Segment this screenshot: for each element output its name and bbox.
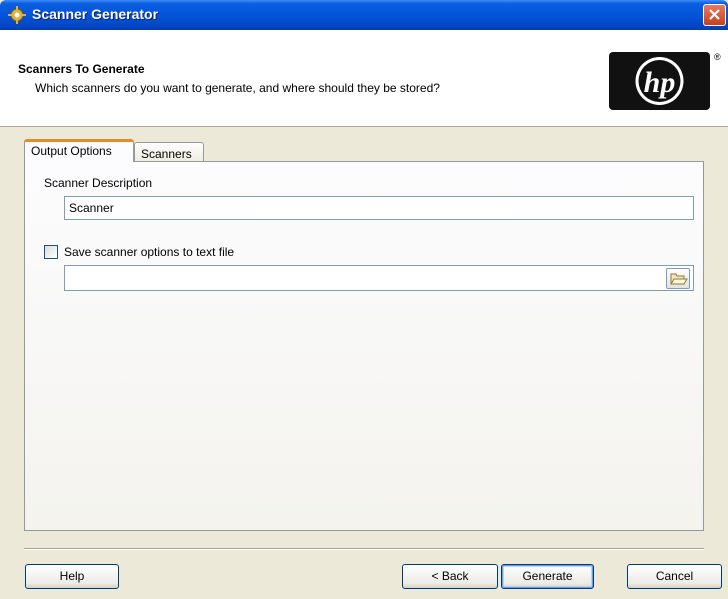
generate-button[interactable]: Generate bbox=[501, 564, 594, 589]
tab-label: Scanners bbox=[141, 147, 192, 161]
file-path-input[interactable] bbox=[64, 265, 694, 291]
title-bar[interactable]: Scanner Generator bbox=[0, 0, 728, 30]
page-subtitle: Which scanners do you want to generate, … bbox=[35, 81, 440, 95]
close-button[interactable] bbox=[703, 4, 726, 26]
tab-label: Output Options bbox=[31, 144, 112, 158]
scanner-description-label: Scanner Description bbox=[44, 176, 153, 190]
window-title: Scanner Generator bbox=[32, 6, 159, 22]
hp-logo: hp bbox=[609, 52, 710, 110]
browse-button[interactable] bbox=[666, 268, 690, 289]
close-icon bbox=[709, 9, 720, 20]
tab-output-options[interactable]: Output Options bbox=[24, 139, 134, 162]
cancel-button[interactable]: Cancel bbox=[627, 564, 722, 589]
gear-wizard-icon bbox=[8, 6, 26, 24]
scanner-description-input[interactable] bbox=[64, 196, 694, 220]
registered-mark: ® bbox=[714, 52, 721, 62]
page-title: Scanners To Generate bbox=[18, 62, 145, 76]
help-button[interactable]: Help bbox=[25, 564, 119, 589]
save-options-checkbox[interactable] bbox=[44, 245, 58, 259]
wizard-header: Scanners To Generate Which scanners do y… bbox=[0, 30, 728, 127]
hp-logo-text: hp bbox=[644, 66, 676, 99]
save-options-label[interactable]: Save scanner options to text file bbox=[64, 245, 234, 259]
back-button[interactable]: < Back bbox=[402, 564, 498, 589]
footer-separator bbox=[24, 548, 704, 550]
folder-open-icon bbox=[670, 273, 688, 285]
